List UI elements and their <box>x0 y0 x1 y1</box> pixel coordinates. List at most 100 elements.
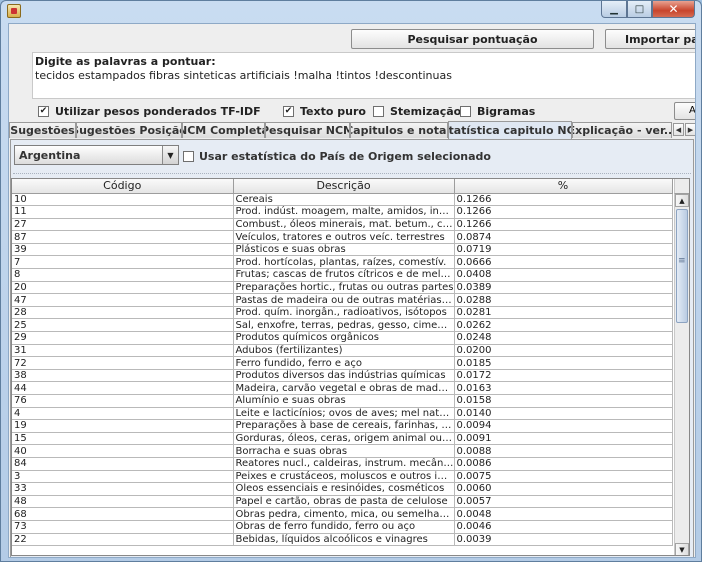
table-row[interactable]: 7 Prod. hortícolas, plantas, raízes, come… <box>12 255 673 270</box>
cell-descricao[interactable]: Combust., óleos minerais, mat. betum., c… <box>233 218 455 232</box>
table-row[interactable]: 39 Plásticos e suas obras 0.0719 <box>12 243 673 257</box>
cell-percent[interactable]: 0.0874 <box>454 230 673 244</box>
scrollbar-thumb[interactable] <box>676 209 688 323</box>
table-row[interactable]: 48 Papel e cartão, obras de pasta de celu… <box>12 495 673 509</box>
table-row[interactable]: 22 Bebidas, líquidos alcoólicos e vinagre… <box>12 533 673 547</box>
cell-descricao[interactable]: Bebidas, líquidos alcoólicos e vinagres <box>233 533 455 547</box>
cell-descricao[interactable]: Adubos (fertilizantes) <box>233 344 455 358</box>
tab-capitulos-notas[interactable]: Capitulos e notas <box>350 122 448 138</box>
cell-percent[interactable]: 0.0389 <box>454 281 673 295</box>
checkbox-unchecked-icon[interactable] <box>183 151 194 162</box>
cell-codigo[interactable]: 10 <box>12 193 234 207</box>
table-row[interactable]: 28 Prod. quím. inorgân., radioativos, isó… <box>12 306 673 320</box>
cell-percent[interactable]: 0.0163 <box>454 381 673 395</box>
cell-descricao[interactable]: Obras pedra, cimento, mica, ou semelhant… <box>233 507 455 521</box>
stemizacao-checkbox[interactable]: Stemização <box>373 105 461 118</box>
cell-percent[interactable]: 0.0262 <box>454 318 673 333</box>
cell-descricao[interactable]: Prod. quím. inorgân., radioativos, isóto… <box>233 306 455 320</box>
table-row[interactable]: 33 Óleos essenciais e resinóides, cosméti… <box>12 482 673 496</box>
truncated-button[interactable]: A <box>674 102 695 120</box>
usar-estatistica-checkbox[interactable]: Usar estatística do País de Origem selec… <box>183 150 491 163</box>
cell-descricao[interactable]: Gorduras, óleos, ceras, origem animal ou… <box>233 432 455 446</box>
cell-descricao[interactable]: Cereais <box>233 193 455 207</box>
cell-codigo[interactable]: 20 <box>12 281 234 295</box>
cell-percent[interactable]: 0.0094 <box>454 419 673 433</box>
cell-codigo[interactable]: 73 <box>12 520 234 534</box>
table-row[interactable]: 29 Produtos químicos orgânicos 0.0248 <box>12 331 673 345</box>
column-header-descricao[interactable]: Descrição <box>233 179 455 194</box>
cell-codigo[interactable]: 8 <box>12 268 234 282</box>
table-row[interactable]: 38 Produtos diversos das indústrias quími… <box>12 369 673 383</box>
cell-codigo[interactable]: 19 <box>12 419 234 433</box>
cell-codigo[interactable]: 76 <box>12 394 234 408</box>
cell-descricao[interactable]: Preparações hortic., frutas ou outras pa… <box>233 281 455 295</box>
cell-percent[interactable]: 0.0060 <box>454 482 673 496</box>
cell-codigo[interactable]: 68 <box>12 507 234 521</box>
cell-percent[interactable]: 0.0057 <box>454 495 673 509</box>
checkbox-checked-icon[interactable]: ✔ <box>283 106 294 117</box>
tab-scroll-right-icon[interactable]: ▶ <box>685 123 695 136</box>
scroll-down-icon[interactable]: ▼ <box>675 543 689 555</box>
pesquisar-pontuacao-button[interactable]: Pesquisar pontuação <box>351 29 594 49</box>
cell-descricao[interactable]: Prod. indúst. moagem, malte, amidos, inu… <box>233 205 455 219</box>
cell-descricao[interactable]: Frutas; cascas de frutos cítricos e de m… <box>233 268 455 282</box>
cell-codigo[interactable]: 48 <box>12 495 234 509</box>
cell-descricao[interactable]: Produtos diversos das indústrias química… <box>233 369 455 383</box>
cell-codigo[interactable]: 39 <box>12 243 234 257</box>
cell-percent[interactable]: 0.0288 <box>454 293 673 307</box>
checkbox-checked-icon[interactable]: ✔ <box>38 106 49 117</box>
cell-percent[interactable]: 0.0185 <box>454 356 673 370</box>
cell-codigo[interactable]: 28 <box>12 306 234 320</box>
cell-descricao[interactable]: Obras de ferro fundido, ferro ou aço <box>233 520 455 534</box>
table-row[interactable]: 19 Preparações à base de cereais, farinha… <box>12 419 673 433</box>
table-row[interactable]: 31 Adubos (fertilizantes) 0.0200 <box>12 344 673 358</box>
cell-percent[interactable]: 0.1266 <box>454 205 673 219</box>
cell-codigo[interactable]: 3 <box>12 470 234 484</box>
country-select[interactable]: Argentina ▼ <box>14 145 179 165</box>
cell-codigo[interactable]: 27 <box>12 218 234 232</box>
cell-codigo[interactable]: 72 <box>12 356 234 370</box>
table-row[interactable]: 73 Obras de ferro fundido, ferro ou aço 0.… <box>12 520 673 534</box>
cell-percent[interactable]: 0.1266 <box>454 218 673 232</box>
cell-descricao[interactable]: Preparações à base de cereais, farinhas,… <box>233 419 455 433</box>
table-row[interactable]: 25 Sal, enxofre, terras, pedras, gesso, c… <box>12 318 673 333</box>
cell-codigo[interactable]: 4 <box>12 407 234 421</box>
column-header-percent[interactable]: % <box>454 179 673 194</box>
cell-codigo[interactable]: 15 <box>12 432 234 446</box>
cell-percent[interactable]: 0.0666 <box>454 255 673 270</box>
cell-percent[interactable]: 0.0281 <box>454 306 673 320</box>
cell-percent[interactable]: 0.0091 <box>454 432 673 446</box>
tab-estatistica-capitulo-ncm[interactable]: Estatística capitulo NCM <box>448 121 572 139</box>
vertical-scrollbar[interactable]: ▲ ▼ <box>674 194 689 555</box>
cell-percent[interactable]: 0.0046 <box>454 520 673 534</box>
checkbox-unchecked-icon[interactable] <box>373 106 384 117</box>
column-header-codigo[interactable]: Código <box>12 179 234 194</box>
tab-pesquisar-ncm[interactable]: Pesquisar NCM <box>265 122 350 138</box>
table-row[interactable]: 20 Preparações hortic., frutas ou outras … <box>12 281 673 295</box>
tab-sugestoes[interactable]: Sugestões <box>9 122 76 138</box>
table-row[interactable]: 76 Alumínio e suas obras 0.0158 <box>12 394 673 408</box>
cell-codigo[interactable]: 31 <box>12 344 234 358</box>
tab-scroll-left-icon[interactable]: ◀ <box>673 123 684 136</box>
table-row[interactable]: 27 Combust., óleos minerais, mat. betum.,… <box>12 218 673 232</box>
cell-codigo[interactable]: 47 <box>12 293 234 307</box>
cell-percent[interactable]: 0.0140 <box>454 407 673 421</box>
table-row[interactable]: 84 Reatores nucl., caldeiras, instrum. me… <box>12 457 673 471</box>
table-row[interactable]: 47 Pastas de madeira ou de outras matéria… <box>12 293 673 307</box>
bigramas-checkbox[interactable]: Bigramas <box>460 105 535 118</box>
cell-percent[interactable]: 0.0248 <box>454 331 673 345</box>
maximize-icon[interactable]: □ <box>627 1 652 18</box>
cell-descricao[interactable]: Pastas de madeira ou de outras matérias … <box>233 293 455 307</box>
cell-descricao[interactable]: Peixes e crustáceos, moluscos e outros i… <box>233 470 455 484</box>
cell-descricao[interactable]: Papel e cartão, obras de pasta de celulo… <box>233 495 455 509</box>
cell-descricao[interactable]: Alumínio e suas obras <box>233 394 455 408</box>
cell-codigo[interactable]: 33 <box>12 482 234 496</box>
importar-palavras-button[interactable]: Importar palavras <box>605 29 695 49</box>
cell-codigo[interactable]: 25 <box>12 318 234 333</box>
table-row[interactable]: 40 Borracha e suas obras 0.0088 <box>12 444 673 458</box>
cell-descricao[interactable]: Prod. hortícolas, plantas, raízes, comes… <box>233 255 455 270</box>
table-row[interactable]: 15 Gorduras, óleos, ceras, origem animal … <box>12 432 673 446</box>
cell-percent[interactable]: 0.0088 <box>454 444 673 458</box>
tab-sugestoes-posicao[interactable]: Sugestões Posição <box>76 122 182 138</box>
cell-descricao[interactable]: Óleos essenciais e resinóides, cosmético… <box>233 482 455 496</box>
